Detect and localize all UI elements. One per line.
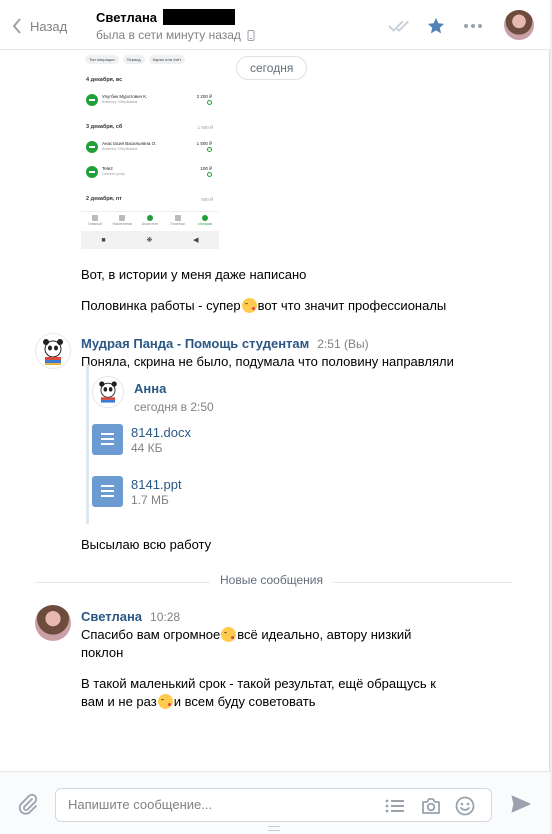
kiss-emoji-icon	[157, 694, 173, 709]
transfer-icon	[86, 166, 98, 178]
author-name[interactable]: Мудрая Панда - Помощь студентам	[81, 336, 309, 351]
tx-name: Tele2	[102, 166, 113, 171]
peer-name[interactable]: Светлана	[96, 9, 236, 25]
day-label: 2 декабря, пт	[86, 196, 122, 202]
sender-avatar[interactable]	[35, 605, 71, 641]
date-pill: сегодня	[236, 56, 308, 80]
resize-grip[interactable]	[268, 826, 280, 831]
message-input-box[interactable]	[55, 788, 492, 822]
message-author-row: Светлана 10:28	[81, 609, 180, 624]
day-label: 3 декабря, сб	[86, 124, 123, 130]
app-tab: Накопления	[112, 212, 132, 229]
message-text: Половинка работы - супер вот что значит п…	[81, 298, 447, 313]
tx-sub: Клиенту СберБанка	[102, 100, 138, 104]
message-text: Высылаю всю работу	[81, 537, 212, 552]
chip: Период	[122, 55, 145, 64]
star-icon[interactable]	[424, 14, 448, 38]
back-label: Назад	[30, 18, 68, 34]
forward-author-avatar[interactable]	[92, 376, 124, 408]
document-attachment[interactable]: 8141.ppt 1.7 МБ	[92, 476, 292, 510]
forward-bar	[86, 364, 89, 524]
transfer-icon	[86, 141, 98, 153]
message-time[interactable]: 2:51 (Вы)	[317, 337, 368, 351]
camera-icon[interactable]	[420, 795, 442, 817]
list-icon[interactable]	[384, 795, 406, 817]
back-button[interactable]: Назад	[12, 16, 67, 36]
peer-status: была в сети минуту назад	[96, 28, 255, 42]
transfer-icon	[86, 94, 98, 106]
forward-author-name[interactable]: Анна	[134, 381, 166, 396]
double-check-icon[interactable]	[388, 14, 412, 38]
peer-status-text: была в сети минуту назад	[96, 28, 241, 42]
day-label: 4 декабря, вс	[86, 77, 123, 83]
nav-home: ❋	[146, 237, 153, 244]
peer-name-text: Светлана	[96, 9, 158, 25]
messenger-window: Назад Светлана была в сети минуту назад …	[0, 0, 550, 834]
forward-time[interactable]: сегодня в 2:50	[134, 400, 214, 414]
repeat-icon	[207, 172, 212, 177]
chip: Тип операции	[85, 55, 119, 64]
message-text: Вот, в истории у меня даже написано	[81, 267, 307, 282]
tx-sub: Оплата услуг	[102, 172, 126, 176]
document-name[interactable]: 8141.docx	[131, 425, 191, 440]
paperclip-icon[interactable]	[16, 792, 40, 816]
nav-back: ◀	[193, 237, 199, 244]
repeat-icon	[207, 100, 212, 105]
message-history[interactable]: Тип операции Период Карты или счёт 4 дек…	[0, 51, 550, 771]
tx-name: Анастасия Васильевна О.	[102, 141, 157, 146]
transaction-row: Улугбек Муротович К. Клиенту СберБанка 2…	[86, 93, 214, 107]
message-text: В такой маленький срок - такой результат…	[81, 676, 436, 709]
panda-avatar[interactable]	[35, 333, 71, 369]
chat-header: Назад Светлана была в сети минуту назад	[0, 0, 550, 50]
phone-icon	[247, 29, 255, 41]
tx-sub: Клиенту СберБанка	[102, 147, 138, 151]
tx-name: Улугбек Муротович К.	[102, 94, 148, 99]
document-attachment[interactable]: 8141.docx 44 КБ	[92, 424, 292, 458]
message-text: Спасибо вам огромное всё идеально, автору…	[81, 627, 412, 660]
app-tabbar: Главный Накопления Ассистент Платежи Ист…	[81, 211, 219, 229]
panda-logo-icon	[99, 381, 117, 403]
transaction-row: Tele2 Оплата услуг 100 ₽	[86, 165, 214, 179]
panda-logo-icon	[43, 339, 63, 365]
kiss-emoji-icon	[221, 627, 237, 642]
transaction-row: Анастасия Васильевна О. Клиенту СберБанк…	[86, 140, 214, 154]
new-messages-label: Новые сообщения	[210, 573, 333, 587]
app-tab-active: История	[195, 212, 215, 229]
day-sum: 1 600 ₽	[197, 125, 213, 130]
document-size: 1.7 МБ	[131, 493, 169, 507]
app-tab: Главный	[85, 212, 105, 229]
more-icon[interactable]	[461, 14, 485, 38]
chevron-left-icon	[12, 18, 21, 34]
composer	[0, 771, 550, 834]
app-tab: Ассистент	[140, 212, 160, 229]
smile-icon[interactable]	[454, 795, 476, 817]
screenshot-attachment[interactable]: Тип операции Период Карты или счёт 4 дек…	[81, 51, 219, 249]
message-author-row: Мудрая Панда - Помощь студентам 2:51 (Вы…	[81, 336, 369, 351]
tx-amount: 100 ₽	[200, 166, 212, 171]
document-icon	[92, 476, 123, 507]
document-name[interactable]: 8141.ppt	[131, 477, 182, 492]
send-icon[interactable]	[510, 793, 532, 815]
document-icon	[92, 424, 123, 455]
redaction-bar	[163, 9, 236, 25]
message-text: Поняла, скрина не было, подумала что пол…	[81, 354, 454, 369]
author-name[interactable]: Светлана	[81, 609, 142, 624]
message-time[interactable]: 10:28	[150, 610, 180, 624]
kiss-emoji-icon	[241, 298, 257, 313]
filter-chips: Тип операции Период Карты или счёт	[85, 55, 186, 64]
repeat-icon	[207, 147, 212, 152]
nav-square: ■	[101, 236, 106, 244]
android-navbar: ■ ❋ ◀	[81, 231, 219, 249]
app-tab: Платежи	[168, 212, 188, 229]
peer-avatar[interactable]	[504, 10, 534, 40]
message-input[interactable]	[68, 797, 368, 812]
day-sum: 600 ₽	[201, 197, 213, 202]
document-size: 44 КБ	[131, 441, 163, 455]
chip: Карты или счёт	[148, 55, 186, 64]
